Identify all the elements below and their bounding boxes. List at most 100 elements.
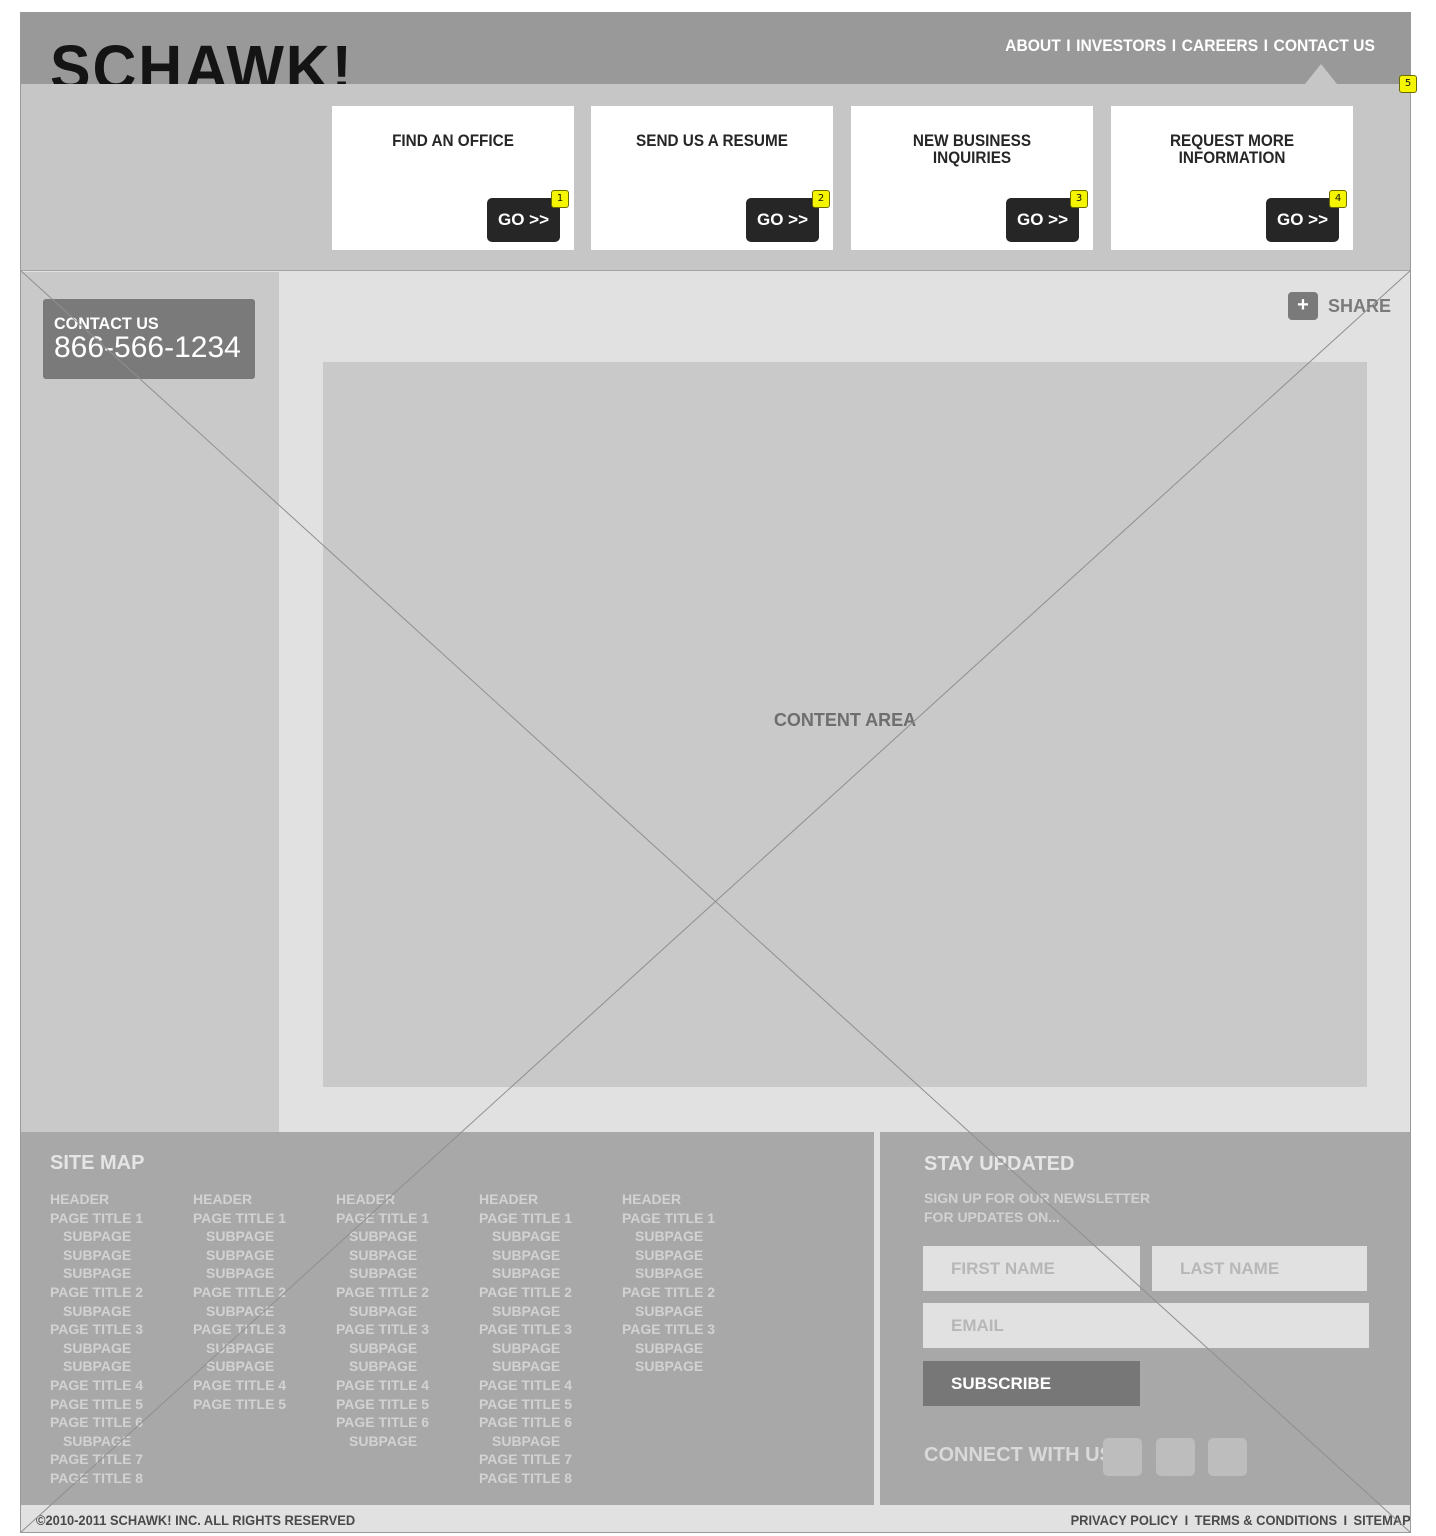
site-map-page-link[interactable]: PAGE TITLE 5 (50, 1395, 190, 1414)
site-map-page-link[interactable]: PAGE TITLE 6 (479, 1413, 619, 1432)
site-map-subpage-link[interactable]: SUBPAGE (336, 1357, 476, 1376)
page-frame: SCHAWK! ABOUT I INVESTORS I CAREERS I CO… (20, 12, 1411, 1533)
first-name-field[interactable]: FIRST NAME (923, 1246, 1140, 1291)
annotation-badge: 4 (1329, 190, 1347, 208)
site-map-subpage-link[interactable]: SUBPAGE (622, 1339, 762, 1358)
site-map-subpage-link[interactable]: SUBPAGE (193, 1302, 333, 1321)
site-map-subpage-link[interactable]: SUBPAGE (50, 1357, 190, 1376)
site-map-subpage-link[interactable]: SUBPAGE (479, 1357, 619, 1376)
site-map-page-link[interactable]: PAGE TITLE 5 (193, 1395, 333, 1414)
sitemap-link[interactable]: SITEMAP (1354, 1512, 1411, 1528)
site-map-page-link[interactable]: PAGE TITLE 2 (622, 1283, 762, 1302)
site-map-subpage-link[interactable]: SUBPAGE (622, 1302, 762, 1321)
cta-title: NEW BUSINESS INQUIRIES (912, 131, 1032, 167)
site-map-page-link[interactable]: PAGE TITLE 3 (622, 1320, 762, 1339)
subscribe-button[interactable]: SUBSCRIBE (923, 1361, 1140, 1406)
site-map-page-link[interactable]: PAGE TITLE 6 (50, 1413, 190, 1432)
site-map-subpage-link[interactable]: SUBPAGE (622, 1357, 762, 1376)
send-resume-go-button[interactable]: GO >> (746, 198, 819, 242)
site-map-page-link[interactable]: PAGE TITLE 4 (193, 1376, 333, 1395)
new-business-go-button[interactable]: GO >> (1006, 198, 1079, 242)
site-map-page-link[interactable]: PAGE TITLE 2 (336, 1283, 476, 1302)
site-map-subpage-link[interactable]: SUBPAGE (336, 1339, 476, 1358)
social-icon[interactable] (1103, 1438, 1142, 1476)
site-header: SCHAWK! ABOUT I INVESTORS I CAREERS I CO… (20, 12, 1411, 84)
terms-conditions-link[interactable]: TERMS & CONDITIONS (1195, 1512, 1337, 1528)
site-map-page-link[interactable]: PAGE TITLE 2 (479, 1283, 619, 1302)
site-map-column: HEADER PAGE TITLE 1 SUBPAGE SUBPAGE SUBPAGE P… (50, 1190, 190, 1488)
site-map-page-link[interactable]: PAGE TITLE 7 (50, 1450, 190, 1469)
copyright-text: ©2010-2011 SCHAWK! INC. ALL RIGHTS RESER… (36, 1512, 356, 1528)
bottom-bar: ©2010-2011 SCHAWK! INC. ALL RIGHTS RESER… (20, 1505, 1411, 1533)
site-map-subpage-link[interactable]: SUBPAGE (479, 1339, 619, 1358)
site-map-subpage-link[interactable]: SUBPAGE (622, 1227, 762, 1246)
social-icon[interactable] (1208, 1438, 1247, 1476)
site-map-subpage-link[interactable]: SUBPAGE (479, 1227, 619, 1246)
site-map-page-link[interactable]: PAGE TITLE 2 (193, 1283, 333, 1302)
find-office-go-button[interactable]: GO >> (487, 198, 560, 242)
site-map-subpage-link[interactable]: SUBPAGE (50, 1246, 190, 1265)
newsletter-intro: SIGN UP FOR OUR NEWSLETTER FOR UPDATES O… (924, 1189, 1150, 1227)
site-map-subpage-link[interactable]: SUBPAGE (50, 1302, 190, 1321)
site-map-subpage-link[interactable]: SUBPAGE (193, 1227, 333, 1246)
site-map-subpage-link[interactable]: SUBPAGE (479, 1302, 619, 1321)
site-map-subpage-link[interactable]: SUBPAGE (50, 1264, 190, 1283)
site-map-subpage-link[interactable]: SUBPAGE (50, 1339, 190, 1358)
site-logo[interactable]: SCHAWK! (50, 36, 354, 84)
share-button[interactable]: + SHARE (1288, 292, 1391, 320)
site-map-subpage-link[interactable]: SUBPAGE (193, 1357, 333, 1376)
site-map-subpage-link[interactable]: SUBPAGE (193, 1246, 333, 1265)
site-map-page-link[interactable]: PAGE TITLE 8 (50, 1469, 190, 1488)
site-map-page-link[interactable]: PAGE TITLE 1 (193, 1209, 333, 1228)
site-map-subpage-link[interactable]: SUBPAGE (479, 1246, 619, 1265)
contact-label: CONTACT US (54, 314, 159, 333)
nav-link-contact-us[interactable]: CONTACT US (1274, 36, 1375, 56)
site-map-page-link[interactable]: PAGE TITLE 6 (336, 1413, 476, 1432)
nav-link-about[interactable]: ABOUT (1005, 36, 1061, 56)
site-map-subpage-link[interactable]: SUBPAGE (479, 1264, 619, 1283)
site-map-subpage-link[interactable]: SUBPAGE (193, 1339, 333, 1358)
site-map-subpage-link[interactable]: SUBPAGE (336, 1302, 476, 1321)
site-map-subpage-link[interactable]: SUBPAGE (50, 1227, 190, 1246)
left-sidebar: CONTACT US 866-566-1234 (20, 272, 279, 1132)
email-field[interactable]: EMAIL (923, 1303, 1369, 1348)
site-map-subpage-link[interactable]: SUBPAGE (50, 1432, 190, 1451)
site-map-subpage-link[interactable]: SUBPAGE (336, 1246, 476, 1265)
site-map-page-link[interactable]: PAGE TITLE 4 (50, 1376, 190, 1395)
site-map-subpage-link[interactable]: SUBPAGE (336, 1227, 476, 1246)
site-map-page-link[interactable]: PAGE TITLE 1 (622, 1209, 762, 1228)
site-map-subpage-link[interactable]: SUBPAGE (193, 1264, 333, 1283)
site-map-column: HEADER PAGE TITLE 1 SUBPAGE SUBPAGE SUBPAGE P… (479, 1190, 619, 1488)
cta-card-new-business: NEW BUSINESS INQUIRIES GO >> 3 (851, 106, 1093, 250)
nav-link-investors[interactable]: INVESTORS (1076, 36, 1166, 56)
nav-link-careers[interactable]: CAREERS (1182, 36, 1258, 56)
privacy-policy-link[interactable]: PRIVACY POLICY (1071, 1512, 1179, 1528)
site-map-subpage-link[interactable]: SUBPAGE (622, 1246, 762, 1265)
site-map-subpage-link[interactable]: SUBPAGE (336, 1432, 476, 1451)
contact-box[interactable]: CONTACT US 866-566-1234 (43, 299, 255, 379)
site-map-page-link[interactable]: PAGE TITLE 4 (479, 1376, 619, 1395)
active-nav-indicator (1305, 64, 1337, 84)
site-map-page-link[interactable]: PAGE TITLE 8 (479, 1469, 619, 1488)
site-map-page-link[interactable]: PAGE TITLE 1 (50, 1209, 190, 1228)
site-map-page-link[interactable]: PAGE TITLE 4 (336, 1376, 476, 1395)
site-map-subpage-link[interactable]: SUBPAGE (336, 1264, 476, 1283)
site-map-page-link[interactable]: PAGE TITLE 2 (50, 1283, 190, 1302)
site-map-page-link[interactable]: PAGE TITLE 3 (193, 1320, 333, 1339)
site-map-subpage-link[interactable]: SUBPAGE (622, 1264, 762, 1283)
last-name-field[interactable]: LAST NAME (1152, 1246, 1367, 1291)
site-map-page-link[interactable]: PAGE TITLE 1 (336, 1209, 476, 1228)
site-map-page-link[interactable]: PAGE TITLE 3 (479, 1320, 619, 1339)
site-map-subpage-link[interactable]: SUBPAGE (479, 1432, 619, 1451)
site-map-page-link[interactable]: PAGE TITLE 1 (479, 1209, 619, 1228)
site-map-page-link[interactable]: PAGE TITLE 3 (336, 1320, 476, 1339)
site-map-page-link[interactable]: PAGE TITLE 5 (336, 1395, 476, 1414)
annotation-badge: 3 (1070, 190, 1088, 208)
site-map-page-link[interactable]: PAGE TITLE 7 (479, 1450, 619, 1469)
site-map-page-link[interactable]: PAGE TITLE 3 (50, 1320, 190, 1339)
nav-separator: I (1066, 36, 1071, 55)
cta-title: FIND AN OFFICE (392, 131, 514, 150)
social-icon[interactable] (1156, 1438, 1195, 1476)
site-map-page-link[interactable]: PAGE TITLE 5 (479, 1395, 619, 1414)
nav-separator: I (1171, 36, 1177, 55)
